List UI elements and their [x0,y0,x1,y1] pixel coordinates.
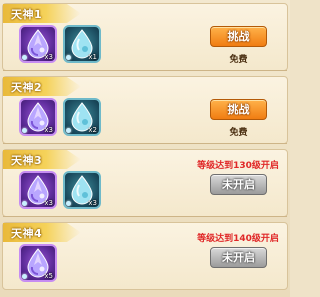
challenge-button[interactable]: 挑战 [210,26,267,47]
row-title: 天神3 [11,154,43,167]
item-quantity: x3 [44,126,53,134]
item-quality-dot [66,55,71,60]
reward-item-purple-drop[interactable]: x5 [19,244,57,282]
unlock-requirement: 等级达到130级开启 [197,161,279,171]
item-quality-dot [66,201,71,206]
row-divider [3,70,287,71]
row-divider [3,143,287,144]
challenge-button[interactable]: 挑战 [210,99,267,120]
reward-item-blue-drop[interactable]: x2 [63,98,101,136]
challenge-row-3: 天神3 x3 x3 等级达到130级开启 未开启 [2,149,288,217]
item-quantity: x3 [44,199,53,207]
row-divider [3,216,287,217]
item-quality-dot [22,201,27,206]
tianshen-challenge-panel: 天神1 x3 x1 挑战 免费 天神2 x3 x2 挑战 免费 天神3 x3 x… [0,0,290,297]
challenge-row-1: 天神1 x3 x1 挑战 免费 [2,3,288,71]
item-quantity: x1 [88,53,97,61]
free-label: 免费 [229,128,248,138]
item-quality-dot [22,55,27,60]
locked-button[interactable]: 未开启 [210,174,267,195]
unlock-requirement: 等级达到140级开启 [197,234,279,244]
challenge-row-4: 天神4 x5 等级达到140级开启 未开启 [2,222,288,290]
reward-item-blue-drop[interactable]: x1 [63,25,101,63]
row-title: 天神2 [11,81,43,94]
item-quality-dot [22,128,27,133]
item-quantity: x3 [44,53,53,61]
item-quality-dot [66,128,71,133]
row-title: 天神4 [11,227,43,240]
locked-button[interactable]: 未开启 [210,247,267,268]
item-quantity: x5 [44,272,53,280]
challenge-row-2: 天神2 x3 x2 挑战 免费 [2,76,288,144]
item-quantity: x2 [88,126,97,134]
reward-item-blue-drop[interactable]: x3 [63,171,101,209]
free-label: 免费 [229,55,248,65]
reward-item-purple-drop[interactable]: x3 [19,25,57,63]
reward-item-purple-drop[interactable]: x3 [19,171,57,209]
reward-item-purple-drop[interactable]: x3 [19,98,57,136]
item-quantity: x3 [88,199,97,207]
item-quality-dot [22,274,27,279]
row-title: 天神1 [11,8,43,21]
